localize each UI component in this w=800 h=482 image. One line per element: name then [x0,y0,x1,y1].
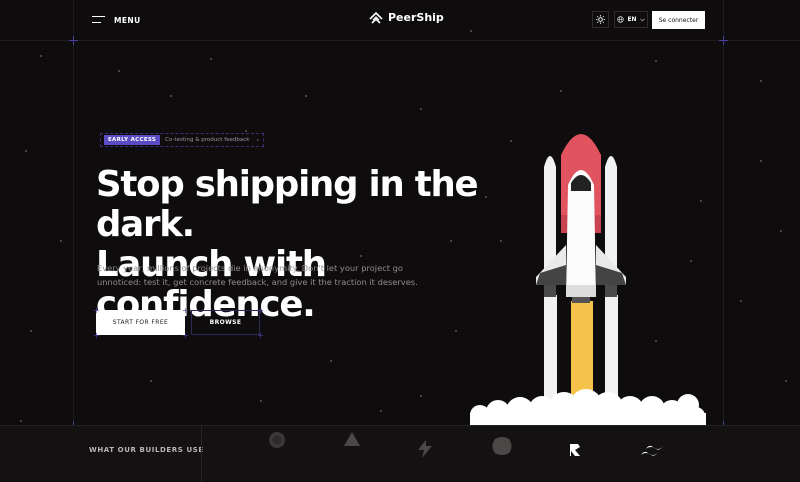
star-dot [785,380,787,382]
star-dot [740,300,742,302]
button-corner-marker [93,332,100,339]
browse-button[interactable]: BROWSE [191,310,260,335]
headline-line-1: Stop shipping in the dark. [96,164,479,245]
star-dot [210,58,212,60]
tailwind-icon [641,445,663,456]
hero-headline: Stop shipping in the dark. Launch with c… [96,165,516,325]
strip-divider [201,426,202,482]
star-dot [305,95,307,97]
replit-icon [570,444,580,456]
star-dot [330,360,332,362]
button-corner-marker [182,307,189,314]
logo[interactable]: PeerShip [369,11,444,24]
star-dot [760,80,762,82]
star-dot [30,330,32,332]
star-dot [380,410,382,412]
button-corner-marker [257,332,264,339]
login-button[interactable]: Se connecter [652,11,705,29]
early-access-badge[interactable]: EARLY ACCESS Co-testing & product feedba… [100,133,264,147]
github-icon [269,432,285,448]
star-dot [780,230,782,232]
star-dot [560,90,562,92]
language-label: EN [627,16,637,23]
star-dot [20,420,22,422]
frame-line-top [0,40,800,41]
menu-label: MENU [114,15,141,25]
star-dot [760,160,762,162]
frame-line-right [723,0,724,481]
builders-tools-strip: WHAT OUR BUILDERS USE [0,425,800,482]
star-dot [420,108,422,110]
badge-tag: EARLY ACCESS [104,135,161,145]
star-dot [245,130,247,132]
star-dot [150,380,152,382]
star-dot [455,330,457,332]
star-dot [655,60,657,62]
rocket-illustration [470,134,706,427]
star-dot [60,240,62,242]
language-selector[interactable]: EN [614,11,648,28]
button-corner-marker [182,332,189,339]
start-for-free-button[interactable]: START FOR FREE [96,310,185,335]
globe-icon [617,16,625,23]
bolt-icon [418,440,432,458]
peership-logo-icon [369,11,383,24]
star-dot [420,395,422,397]
builders-label: WHAT OUR BUILDERS USE [89,446,204,454]
vercel-icon [344,432,360,446]
badge-text: Co-testing & product feedback [165,137,250,143]
menu-button[interactable]: MENU [92,12,141,28]
button-corner-marker [93,307,100,314]
site-header: MENU PeerShip EN Se connecter [0,0,800,40]
logo-text: PeerShip [388,11,444,24]
star-dot [118,70,120,72]
shape-icon [492,437,512,455]
star-dot [260,400,262,402]
frame-line-left [73,0,74,481]
hamburger-icon [92,15,105,25]
chevron-right-icon: › [256,136,259,144]
hero-subtitle: Every year, millions of projects die in … [97,263,418,287]
button-corner-marker [257,307,264,314]
sun-icon [596,15,605,24]
star-dot [25,150,27,152]
star-dot [40,55,42,57]
theme-toggle-button[interactable] [592,11,609,28]
star-dot [170,95,172,97]
chevron-down-icon [639,17,645,21]
